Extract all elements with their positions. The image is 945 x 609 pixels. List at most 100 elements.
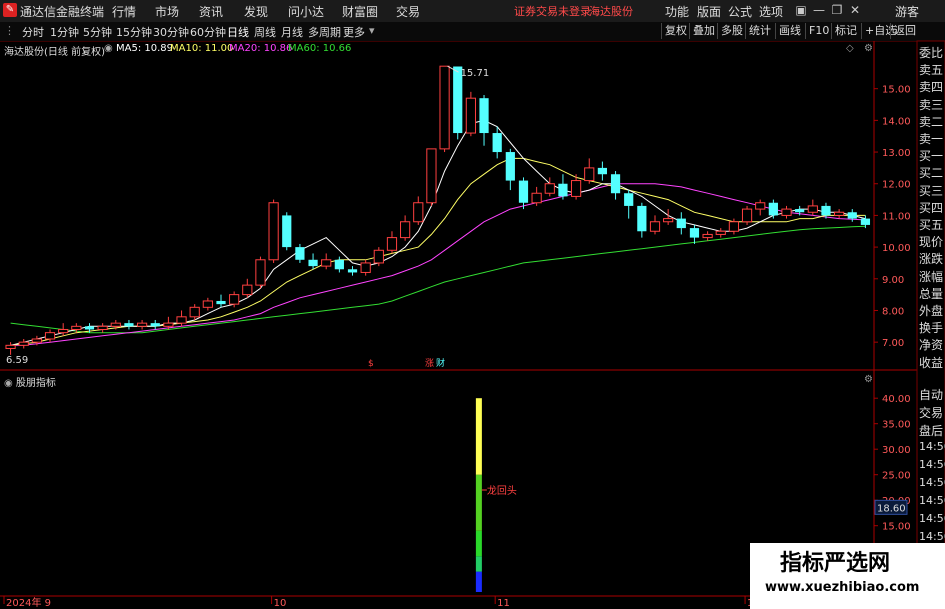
quote-field-label: 总量 (919, 286, 944, 301)
indicator-tick-label: 40.00 (882, 394, 911, 405)
indicator-tick-label: 30.00 (882, 445, 911, 456)
quote-field-label: 换手 (919, 321, 944, 336)
candle-body-up (570, 180, 582, 197)
candle-body-down (597, 167, 607, 175)
quote-field-label: 买三 (919, 183, 944, 198)
candle-body-up (189, 306, 200, 318)
price-tick-label: 12.00 (882, 180, 911, 191)
candle-body-up (44, 332, 56, 340)
tick-time: 14:56 (919, 530, 945, 543)
candle-body-down (492, 133, 502, 153)
candle-body-up (386, 237, 398, 251)
candle-body-down (308, 259, 318, 267)
candle-body-up (58, 328, 69, 334)
tick-time: 14:56 (919, 512, 945, 525)
candle-body-up (702, 233, 713, 239)
candle-body-up (465, 97, 476, 134)
quote-field-label: 涨幅 (919, 269, 944, 284)
candle-body-up (31, 338, 42, 343)
indicator-value-label: 18.60 (877, 503, 906, 514)
price-tick-label: 7.00 (882, 338, 904, 349)
time-tick-label: 10 (274, 598, 287, 609)
quote-field-label: 卖一 (919, 132, 944, 146)
ma20-line (10, 183, 866, 346)
candle-body-up (544, 183, 555, 194)
quote-field-label: 买二 (919, 166, 944, 181)
price-tick-label: 8.00 (882, 306, 904, 317)
quote-field-label: 涨跌 (919, 252, 944, 267)
candle-body-up (18, 341, 29, 346)
candle-body-up (413, 202, 424, 223)
quote-field-label: 买四 (919, 200, 944, 215)
watermark-title: 指标严选网 (780, 551, 891, 576)
candle-body-up (360, 262, 371, 273)
candle-body-up (715, 230, 726, 235)
candle-body-up (71, 325, 82, 330)
candle-body-down (637, 205, 647, 232)
watermark-url: www.xuezhibiao.com (765, 580, 920, 595)
candle-body-up (136, 322, 148, 327)
candle-body-up (202, 300, 213, 308)
candle-body-up (781, 208, 792, 216)
ma5-line (10, 119, 866, 346)
price-tick-label: 10.00 (882, 243, 911, 254)
price-tick-label: 15.00 (882, 85, 911, 96)
quote-field-label: 买五 (919, 218, 944, 232)
candle-body-up (163, 322, 174, 327)
candle-body-up (400, 221, 411, 239)
quote-field-label: 收益 (919, 355, 944, 370)
candle-body-up (741, 208, 753, 223)
candle-body-down (216, 300, 226, 305)
candle-body-up (807, 205, 818, 213)
candle-body-up (649, 221, 661, 232)
event-marker-finance: 财 (436, 357, 445, 369)
tick-time: 14:56 (919, 458, 945, 471)
indicator-bar-segment (475, 398, 482, 475)
auto-trade-label: 交易 (919, 406, 944, 420)
candle-body-down (795, 209, 805, 213)
candle-body-down (150, 323, 160, 327)
high-price-label: 15.71 (461, 68, 490, 79)
candle-body-up (755, 202, 766, 210)
candle-body-up (439, 65, 450, 150)
candle-body-up (110, 322, 121, 327)
candle-body-down (479, 98, 489, 134)
indicator-tick-label: 35.00 (882, 420, 911, 431)
candle-body-down (558, 183, 568, 197)
quote-field-label: 卖四 (919, 80, 944, 95)
time-tick-label: 2024年 9 (6, 596, 51, 609)
time-tick-label: 11 (497, 598, 510, 609)
candle-body-up (834, 211, 845, 216)
candle-body-down (347, 269, 358, 273)
candle-body-down (610, 174, 621, 194)
candle-body-up (255, 259, 266, 286)
candle-body-up (584, 167, 595, 182)
price-tick-label: 11.00 (882, 211, 911, 222)
price-tick-label: 13.00 (882, 148, 911, 159)
candle-body-up (663, 218, 674, 223)
indicator-bar-segment (475, 530, 482, 557)
candle-body-down (676, 218, 686, 229)
candle-body-up (321, 259, 332, 267)
candle-body-down (518, 180, 529, 203)
candle-body-up (97, 325, 108, 330)
kline-chart[interactable]: 15.00 14.00 13.00 12.00 11.00 10.00 9.00 8.00 7.… (0, 0, 945, 609)
candle-body-down (624, 193, 634, 206)
candle-body-up (229, 294, 240, 305)
candle-body-down (505, 152, 515, 181)
candle-body-down (295, 247, 305, 260)
candle-body-down (689, 228, 700, 238)
auto-trade-label: 盘后 (919, 424, 944, 438)
price-tick-label: 14.00 (882, 116, 911, 127)
ma60-line (10, 225, 866, 334)
candle-body-down (821, 205, 831, 216)
candle-body-down (334, 259, 344, 270)
indicator-tick-label: 15.00 (882, 522, 911, 533)
auto-trade-label: 自动 (919, 388, 944, 402)
candle-body-up (728, 221, 740, 232)
candle-body-up (242, 284, 253, 296)
quote-field-label: 卖二 (919, 114, 944, 129)
indicator-bar-segment (475, 571, 482, 592)
event-marker-dollar: $ (368, 359, 374, 369)
candle-body-down (124, 323, 134, 327)
